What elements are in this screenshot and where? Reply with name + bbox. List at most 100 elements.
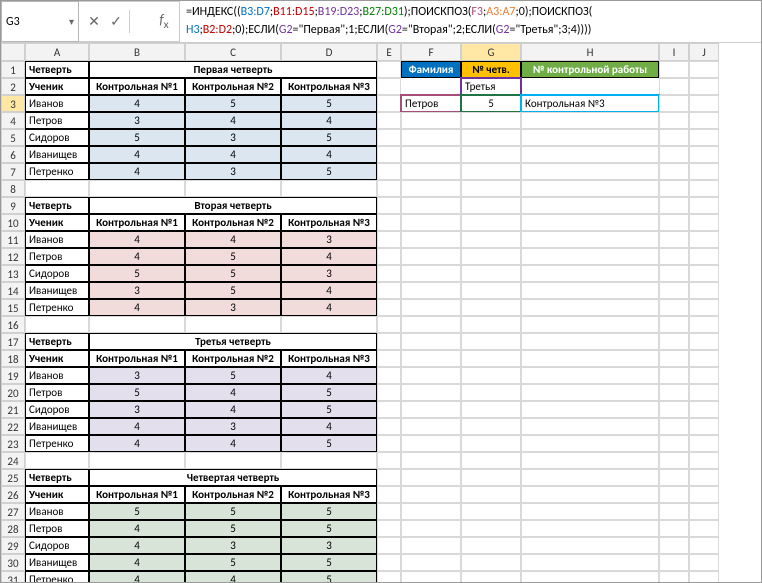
cell[interactable] [461,469,521,486]
student-name[interactable]: Иванищев [25,554,89,571]
cell[interactable] [521,503,659,520]
cell[interactable] [461,180,521,197]
quarter-title[interactable]: Первая четверть [89,61,377,78]
cell[interactable] [659,265,689,282]
cell[interactable] [401,384,461,401]
cell[interactable] [521,112,659,129]
grade-cell[interactable]: 4 [89,248,185,265]
cell[interactable] [377,180,401,197]
cell[interactable] [521,418,659,435]
label-knum[interactable]: № контрольной работы [521,61,659,78]
grade-cell[interactable]: 3 [89,282,185,299]
cell[interactable] [659,248,689,265]
quarter-value[interactable]: Третья [461,78,521,95]
cell[interactable] [401,299,461,316]
student-name[interactable]: Сидоров [25,401,89,418]
row-header-10[interactable]: 10 [1,214,25,231]
student-name[interactable]: Иванов [25,95,89,112]
cell[interactable] [521,537,659,554]
label-qnum[interactable]: № четв. [461,61,521,78]
cell[interactable] [185,452,281,469]
quarter-title[interactable]: Четвертая четверть [89,469,377,486]
row-header-20[interactable]: 20 [1,384,25,401]
grade-cell[interactable]: 4 [89,299,185,316]
label-quarter[interactable]: Четверть [25,333,89,350]
cell[interactable] [377,384,401,401]
chevron-down-icon[interactable]: ▾ [69,15,74,28]
cell[interactable] [401,163,461,180]
cell[interactable] [461,452,521,469]
row-header-2[interactable]: 2 [1,78,25,95]
cell[interactable] [521,469,659,486]
cell[interactable] [401,146,461,163]
confirm-icon[interactable]: ✓ [105,13,127,30]
student-name[interactable]: Сидоров [25,265,89,282]
cell[interactable] [659,61,689,78]
row-header-16[interactable]: 16 [1,316,25,333]
row-header-11[interactable]: 11 [1,231,25,248]
col-header-J[interactable]: J [689,43,719,61]
student-name[interactable]: Петров [25,112,89,129]
row-header-25[interactable]: 25 [1,469,25,486]
grade-cell[interactable]: 4 [89,537,185,554]
grade-cell[interactable]: 5 [89,503,185,520]
cell[interactable] [401,537,461,554]
label-student[interactable]: Ученик [25,214,89,231]
cell[interactable] [689,520,719,537]
col-header-F[interactable]: F [401,43,461,61]
cell[interactable] [659,571,689,583]
cell[interactable] [521,163,659,180]
grade-cell[interactable]: 4 [185,112,281,129]
student-name[interactable]: Петров [25,520,89,537]
grade-cell[interactable]: 3 [185,129,281,146]
cell[interactable] [461,197,521,214]
label-student[interactable]: Ученик [25,486,89,503]
grade-cell[interactable]: 5 [281,401,377,418]
cell[interactable] [659,554,689,571]
grade-cell[interactable]: 5 [185,554,281,571]
col-header-H[interactable]: H [521,43,659,61]
cell[interactable] [377,469,401,486]
student-name[interactable]: Сидоров [25,129,89,146]
row-header-19[interactable]: 19 [1,367,25,384]
cell[interactable] [659,197,689,214]
cell[interactable] [461,435,521,452]
cell[interactable] [659,78,689,95]
row-header-30[interactable]: 30 [1,554,25,571]
cell[interactable] [377,367,401,384]
cell[interactable] [377,350,401,367]
cell[interactable] [401,503,461,520]
cell[interactable] [25,316,89,333]
cell[interactable] [377,78,401,95]
grade-cell[interactable]: 4 [185,231,281,248]
label-student[interactable]: Ученик [25,350,89,367]
grade-cell[interactable]: 5 [89,384,185,401]
grade-cell[interactable]: 5 [281,163,377,180]
cell[interactable] [659,418,689,435]
cell[interactable] [689,197,719,214]
cell[interactable] [521,231,659,248]
cell[interactable] [377,537,401,554]
cell[interactable] [401,367,461,384]
cell[interactable] [521,214,659,231]
row-header-29[interactable]: 29 [1,537,25,554]
label-k1[interactable]: Контрольная №1 [89,486,185,503]
cell[interactable] [401,469,461,486]
cell[interactable] [521,129,659,146]
cell[interactable] [689,469,719,486]
cell[interactable] [689,537,719,554]
label-quarter[interactable]: Четверть [25,197,89,214]
cell[interactable] [461,214,521,231]
col-header-A[interactable]: A [25,43,89,61]
quarter-title[interactable]: Вторая четверть [89,197,377,214]
cell[interactable] [461,554,521,571]
cell[interactable] [377,299,401,316]
cell[interactable] [377,503,401,520]
cell[interactable] [689,316,719,333]
cell[interactable] [461,350,521,367]
row-header-27[interactable]: 27 [1,503,25,520]
cell[interactable] [521,486,659,503]
cell[interactable] [521,248,659,265]
cell[interactable] [401,214,461,231]
cell[interactable] [659,163,689,180]
